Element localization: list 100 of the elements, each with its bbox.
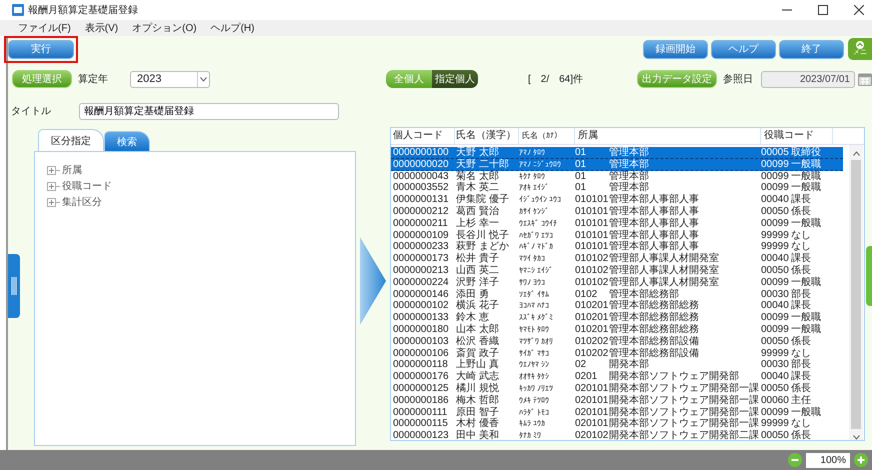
close-icon[interactable] [854, 5, 864, 15]
table-row[interactable]: 0000000176 大崎 武志 ｵｵｻｷ ﾀｹｼ 0201 開発本部ソフトウェア開発部 00040 課長 [391, 371, 843, 383]
table-cell-text: ｳｴｽｷﾞ ｺｳｲﾁ [519, 218, 558, 230]
table-row[interactable]: 0000000186 梅木 哲郎 ｳﾒｷ ﾃﾂﾛｳ 020101開発本部ソフトウェア開発部一課 00060 主任 [391, 394, 843, 407]
table-row[interactable]: 0000000131 伊集院 優子 ｲｼﾞｭｳｲﾝ ﾕｳｺ 010101管理本部人事部人事 00040 課長 [391, 194, 843, 206]
table-row[interactable]: 0000000118 上野山 真 ｳｴﾉﾔﾏ ｼﾝ 02 開発本部 00030 部長 [391, 359, 843, 372]
table-cell-text: 管理本部 [609, 182, 650, 194]
table-cell: 010201 [575, 312, 609, 324]
window-title: 報酬月額算定基礎届登録 [28, 4, 138, 17]
menu-item[interactable]: 表示(V) [84, 21, 118, 35]
tab[interactable]: 検索 [104, 131, 150, 151]
table-cell-text: 00099 [761, 218, 790, 230]
table-row[interactable]: 0000000212 葛西 賢治 ｶｻｲ ｹﾝｼﾞ 010101管理本部人事部人事 00050 係長 [391, 206, 843, 218]
calendar-icon[interactable] [858, 72, 872, 86]
table-row[interactable]: 0000003552 青木 英二 ｱｵｷ ｴｲｼﾞ 01 管理本部 00099 一般職 [391, 182, 843, 194]
table-cell-text: 00050 [761, 336, 790, 348]
table-cell-text: 99999 [761, 230, 790, 242]
table-cell-text: 開発本部ソフトウェア開発部一課 [609, 382, 760, 394]
side-panel-handle[interactable] [8, 254, 20, 318]
expand-icon[interactable] [47, 182, 60, 190]
table-row[interactable]: 0000000043 菊名 太郎 ｷｸﾅ ﾀﾛｳ 01 管理本部 00099 一般職 [391, 170, 843, 182]
table-cell-text: ﾊｷﾞﾉ ﾏﾄﾞｶ [519, 241, 554, 254]
table-cell: 010201 [575, 300, 609, 312]
table-cell-text: ｽｽﾞｷ ﾒｸﾞﾐ [519, 312, 554, 324]
scrollbar[interactable] [849, 145, 863, 440]
table-cell-text: ｱﾏﾉ ﾆｼﾞｭｳﾛｳ [519, 158, 562, 170]
table-cell-text: 松沢 香織 [455, 336, 500, 348]
table-row[interactable]: 0000000100 天野 太郎 ｱﾏﾉ ﾀﾛｳ 01 管理本部 00005 取締役 [391, 147, 843, 159]
table-cell-text: 長谷川 悦子 [455, 230, 510, 241]
table-cell-text: 02 [575, 359, 588, 372]
table-cell-text: 添田 勇 [455, 288, 489, 300]
table-row[interactable]: 0000000109 長谷川 悦子 ﾊｾｶﾞﾜ ｴﾂｺ 010101管理本部人事部人事 99999 なし [391, 230, 843, 242]
table-row[interactable]: 0000000106 斎賀 政子 ｻｲｶﾞ ﾏｻｺ 010202管理本部総務部設備 99999 なし [391, 348, 843, 360]
table-cell-text: 係長 [791, 264, 811, 277]
table-cell-text: ﾊﾗﾀﾞ ﾄﾓｺ [519, 406, 550, 418]
table-cell-text: ｷｯｶﾜ ﾉﾘｴﾂ [519, 382, 554, 395]
table-cell-text: 0000000186 [392, 394, 450, 407]
title-field[interactable]: 報酬月額算定基礎届登録 [79, 102, 339, 120]
table-cell: 010101 [575, 206, 609, 218]
table-cell-text: ｱｵｷ ｴｲｼﾞ [519, 182, 550, 194]
date-field[interactable]: 2023/07/01 [761, 70, 855, 88]
table-cell-text: 0000000233 [392, 241, 450, 254]
scroll-down-icon[interactable] [852, 435, 860, 440]
table-row[interactable]: 0000000173 松井 貴子 ﾏﾂｲ ﾀｶｺ 010102管理部人事課人材開発室 00040 課長 [391, 253, 843, 265]
column-header[interactable]: 氏名（ｶﾅ） [519, 128, 575, 144]
table-cell-text: 係長 [791, 382, 812, 394]
table-cell-text: 伊集院 優子 [455, 194, 510, 206]
table-cell-text: 0000000213 [392, 264, 450, 277]
table-row[interactable]: 0000000111 原田 智子 ﾊﾗﾀﾞ ﾄﾓｺ 020101開発本部ソフトウェア開発部一課 00099 一般職 [391, 406, 843, 418]
table-cell-text: 山本 太郎 [455, 324, 500, 336]
table-row[interactable]: 0000000020 天野 二十郎 ｱﾏﾉ ﾆｼﾞｭｳﾛｳ 01 管理本部 00099 一般職 [391, 158, 843, 171]
zoom-field[interactable]: 100% [806, 452, 850, 468]
table-cell-text: ｶｻｲ ｹﾝｼﾞ [519, 206, 550, 218]
column-header[interactable]: 氏名（漢字） [455, 128, 519, 144]
side-panel-handle[interactable] [866, 246, 872, 306]
table-row[interactable]: 0000000115 木村 優香 ｷﾑﾗ ﾕｳｶ 020101開発本部ソフトウェア開発部一課 99999 なし [391, 418, 843, 430]
tree-item[interactable]: 所属 [62, 163, 82, 177]
table-cell-text: ｳﾒｷ ﾃﾂﾛｳ [519, 394, 550, 407]
year-select[interactable]: 2023 [130, 70, 210, 88]
table-row[interactable]: 0000000211 上杉 幸一 ｳｴｽｷﾞ ｺｳｲﾁ 010101管理本部人事部人事 00099 一般職 [391, 218, 843, 230]
table-row[interactable]: 0000000123 田中 美和 ﾀﾅｶ ﾐﾜ 020102開発本部ソフトウェア開発部二課 00050 係長 [391, 430, 843, 442]
arrow-icon[interactable] [360, 237, 386, 325]
toggle-option[interactable]: 指定個人 [432, 70, 478, 88]
menu-item[interactable]: オプション(O) [132, 21, 197, 35]
column-header[interactable]: 個人コード [391, 128, 455, 144]
table-row[interactable]: 0000000133 鈴木 恵 ｽｽﾞｷ ﾒｸﾞﾐ 010201管理本部総務部総務 00099 一般職 [391, 312, 843, 324]
table-cell-text: 天野 太郎 [455, 147, 500, 158]
table-row[interactable]: 0000000233 萩野 まどか ﾊｷﾞﾉ ﾏﾄﾞｶ 010101管理本部人事部人事 99999 なし [391, 241, 843, 254]
tree-item[interactable]: 役職コード [62, 179, 112, 193]
table-cell: 010202 [575, 336, 609, 348]
menu-item[interactable]: ファイル(F) [18, 21, 71, 35]
expand-icon[interactable] [47, 198, 60, 206]
table-cell-text: 一般職 [791, 324, 822, 336]
table-row[interactable]: 0000000102 横浜 花子 ﾖｺﾊﾏ ﾊﾅｺ 010201管理本部総務部総務 00040 課長 [391, 300, 843, 312]
zoom-in-icon[interactable] [854, 453, 868, 467]
table-row[interactable]: 0000000213 山西 英二 ﾔﾏﾆｼ ｴｲｼﾞ 010102管理部人事課人材開発室 00050 係長 [391, 264, 843, 277]
tree-item[interactable]: 集計区分 [62, 195, 102, 209]
column-header[interactable]: 所属 [575, 128, 761, 144]
table-row[interactable]: 0000000103 松沢 香織 ﾏﾂｻﾞﾜ ｶｵﾘ 010202管理本部総務部設備 00050 係長 [391, 336, 843, 348]
table-row[interactable]: 0000000224 沢野 洋子 ｻﾜﾉ ﾖｳｺ 010102管理部人事課人材開発室 00099 一般職 [391, 276, 843, 289]
table-cell-text: 開発本部ソフトウェア開発部二課 [609, 430, 760, 442]
scroll-up-icon[interactable] [852, 151, 860, 156]
tab[interactable]: 区分指定 [38, 129, 104, 151]
table-cell-text: ｵｵｻｷ ﾀｹｼ [519, 371, 550, 383]
table-cell-text: 0201 [575, 371, 598, 383]
table-cell-text: 管理本部人事部人事 [609, 206, 700, 218]
table-row[interactable]: 0000000146 添田 勇 ｿｴﾀﾞ ｲｻﾑ 0102 管理本部総務部 00030 部長 [391, 288, 843, 300]
maximize-icon[interactable] [818, 5, 828, 15]
expand-icon[interactable] [47, 166, 60, 174]
zoom-out-icon[interactable] [788, 453, 802, 467]
menu-item[interactable]: ヘルプ(H) [210, 21, 254, 35]
column-header[interactable]: 役職コード [761, 128, 833, 144]
table-cell-text: 0000000212 [392, 206, 450, 218]
table-cell-text: 0000000180 [392, 324, 450, 336]
table-row[interactable]: 0000000180 山本 太郎 ﾔﾏﾓﾄ ﾀﾛｳ 010201管理本部総務部総務 00099 一般職 [391, 324, 843, 336]
table-cell-text: 一般職 [791, 182, 822, 194]
table-cell-text: 横浜 花子 [455, 300, 500, 312]
table-cell-text: 01 [575, 147, 588, 158]
table-cell-text: 一般職 [791, 276, 822, 288]
table-row[interactable]: 0000000125 橘川 規悦 ｷｯｶﾜ ﾉﾘｴﾂ 020101開発本部ソフトウェア開発部一課 00050 係長 [391, 382, 843, 395]
